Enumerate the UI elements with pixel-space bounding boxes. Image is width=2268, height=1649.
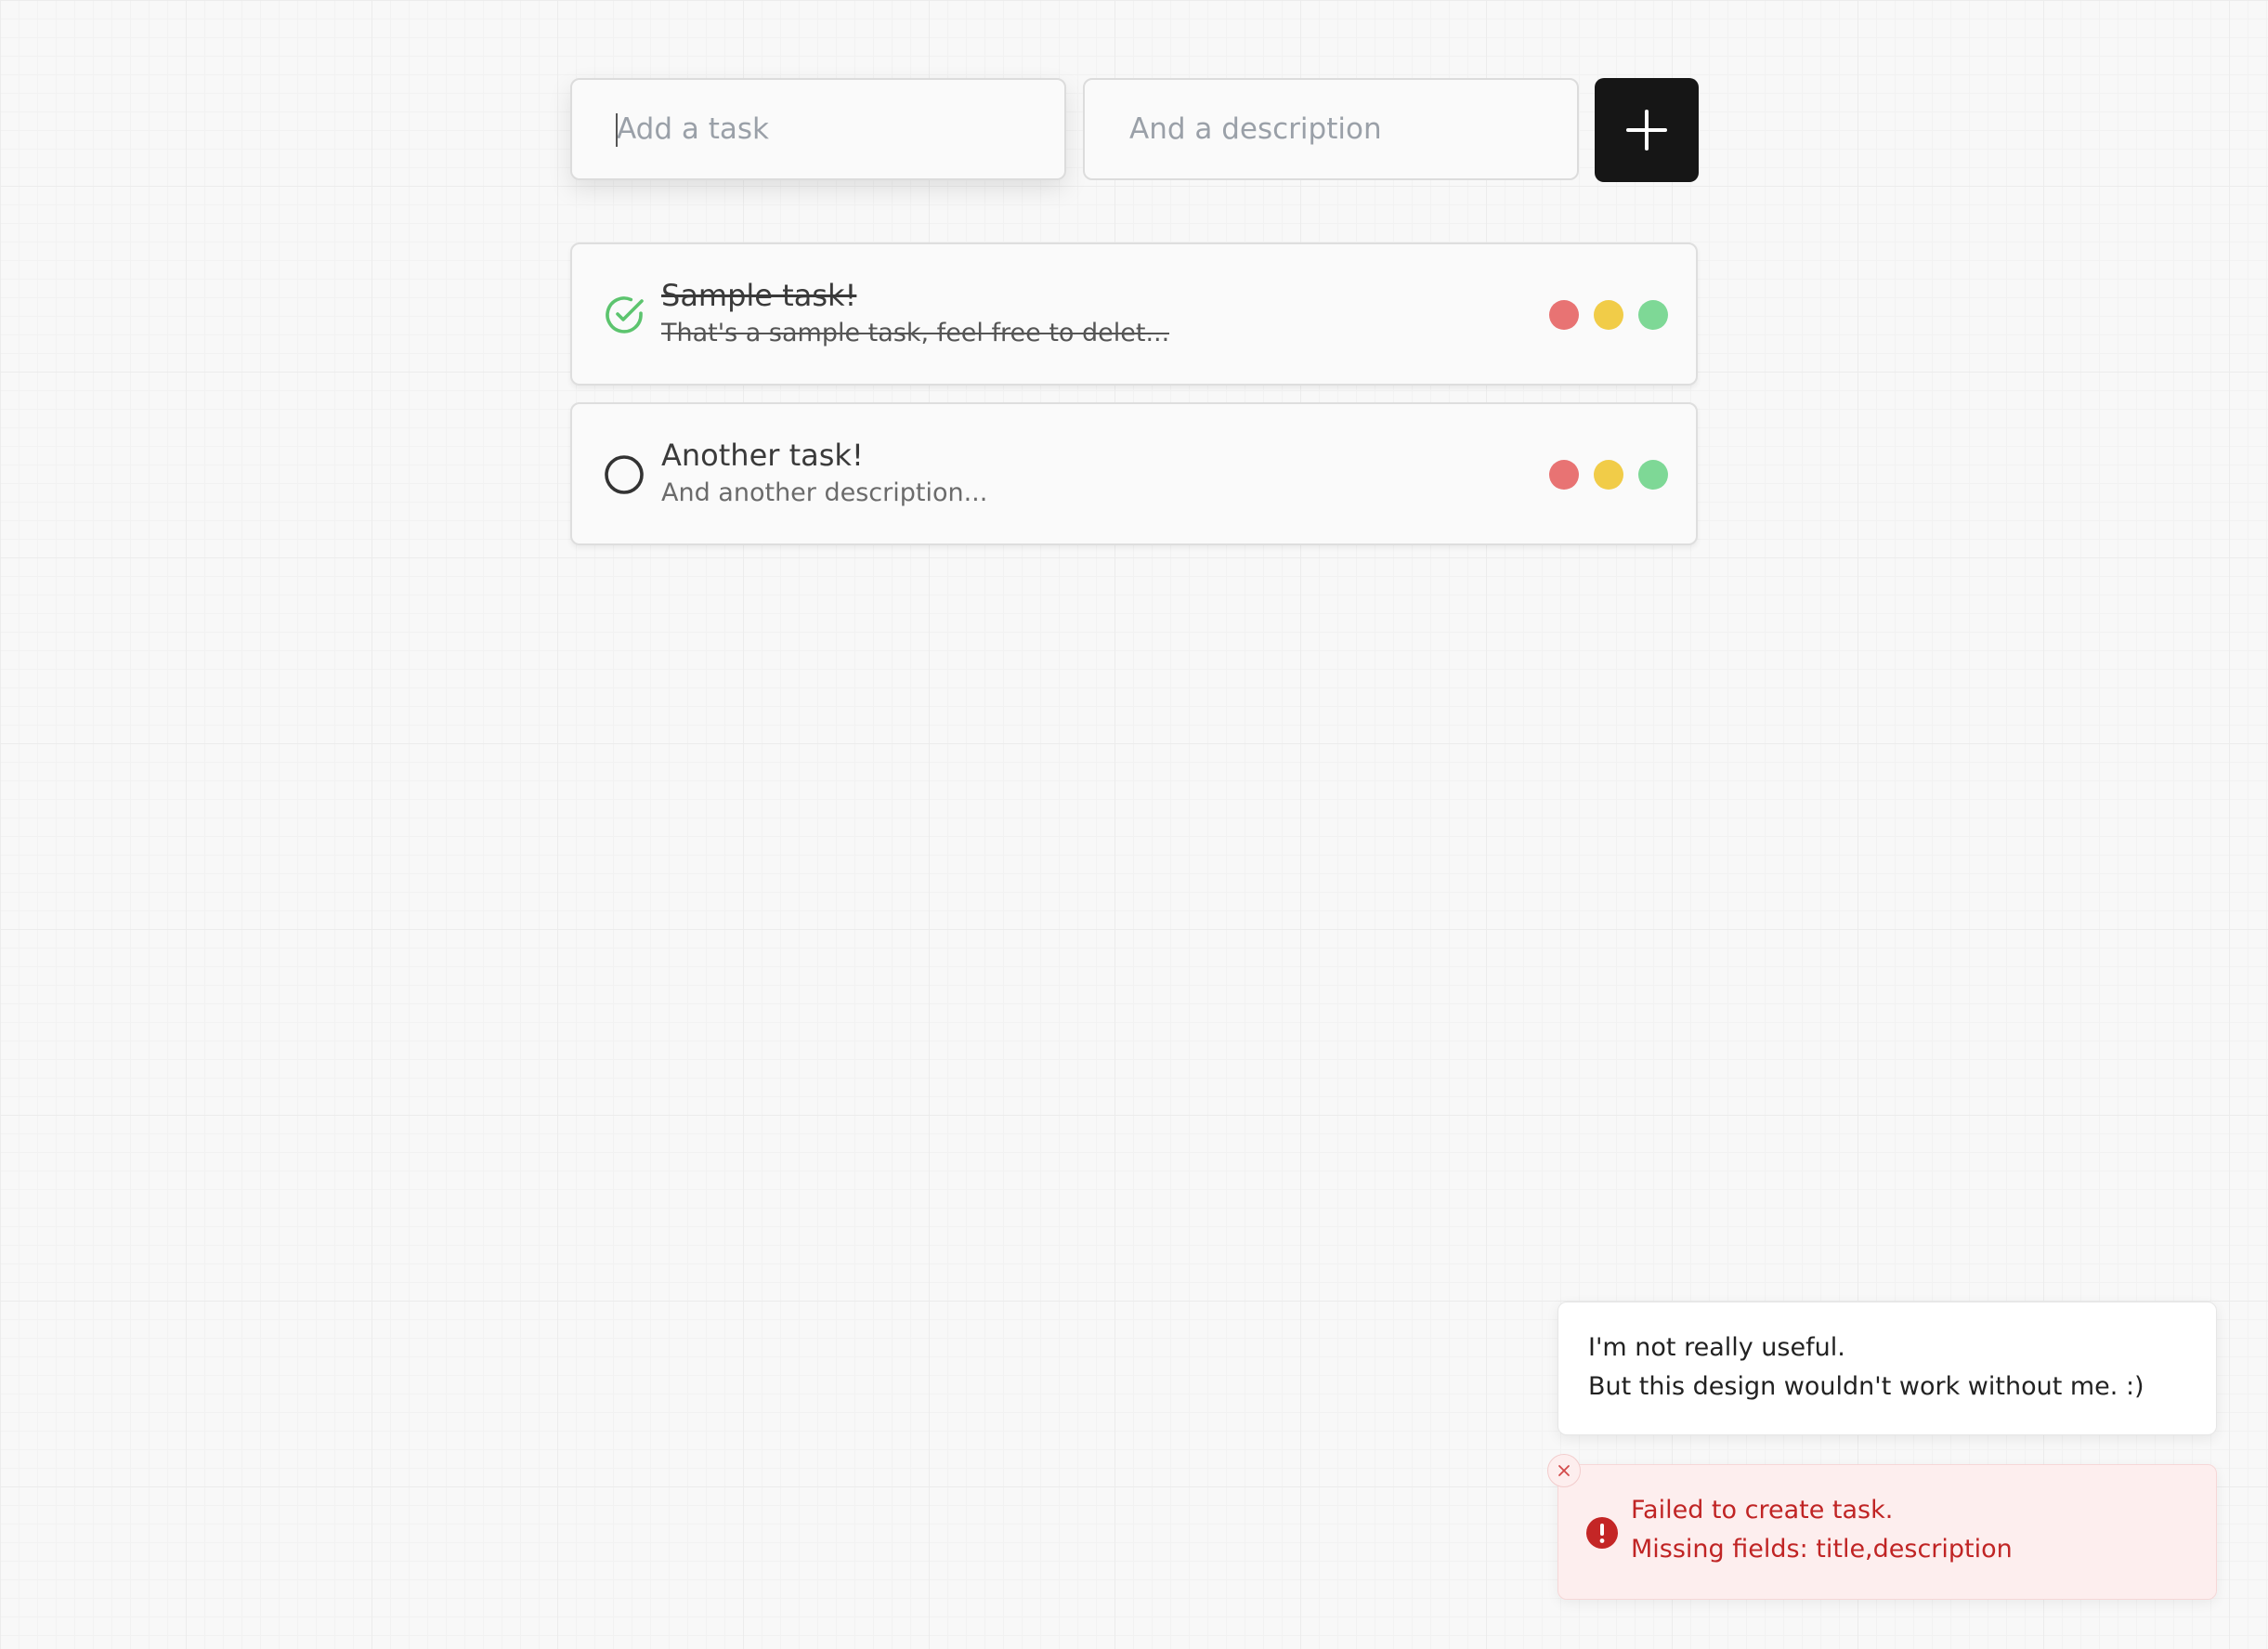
- info-toast-line-2: But this design wouldn't work without me…: [1588, 1372, 2144, 1401]
- close-toast-button[interactable]: [1547, 1454, 1581, 1487]
- task-title-input[interactable]: [570, 78, 1066, 180]
- task-card: Sample task! That's a sample task, feel …: [570, 242, 1698, 386]
- add-task-button[interactable]: [1595, 78, 1699, 182]
- priority-red-dot[interactable]: [1549, 460, 1579, 490]
- task-description: That's a sample task, feel free to delet…: [661, 319, 1170, 347]
- task-description: And another description...: [661, 478, 988, 507]
- empty-circle-icon[interactable]: [602, 452, 646, 497]
- priority-red-dot[interactable]: [1549, 300, 1579, 330]
- priority-yellow-dot[interactable]: [1594, 300, 1623, 330]
- task-title: Another task!: [661, 438, 864, 473]
- check-circle-icon[interactable]: [602, 293, 646, 337]
- error-toast-line-1: Failed to create task.: [1631, 1496, 1894, 1525]
- task-card: Another task! And another description...: [570, 402, 1698, 545]
- priority-yellow-dot[interactable]: [1594, 460, 1623, 490]
- info-toast-line-1: I'm not really useful.: [1588, 1333, 1845, 1362]
- task-description-input[interactable]: [1083, 78, 1579, 180]
- error-toast: Failed to create task. Missing fields: t…: [1558, 1464, 2217, 1600]
- priority-green-dot[interactable]: [1638, 460, 1668, 490]
- error-toast-line-2: Missing fields: title,description: [1631, 1535, 2013, 1564]
- priority-selector: [1549, 460, 1668, 490]
- info-toast: I'm not really useful. But this design w…: [1558, 1302, 2217, 1435]
- priority-green-dot[interactable]: [1638, 300, 1668, 330]
- priority-selector: [1549, 300, 1668, 330]
- close-icon: [1548, 1463, 1580, 1478]
- plus-icon: [1595, 109, 1699, 151]
- task-title: Sample task!: [661, 278, 857, 313]
- text-cursor: [616, 113, 618, 147]
- error-circle-icon: [1586, 1517, 1618, 1549]
